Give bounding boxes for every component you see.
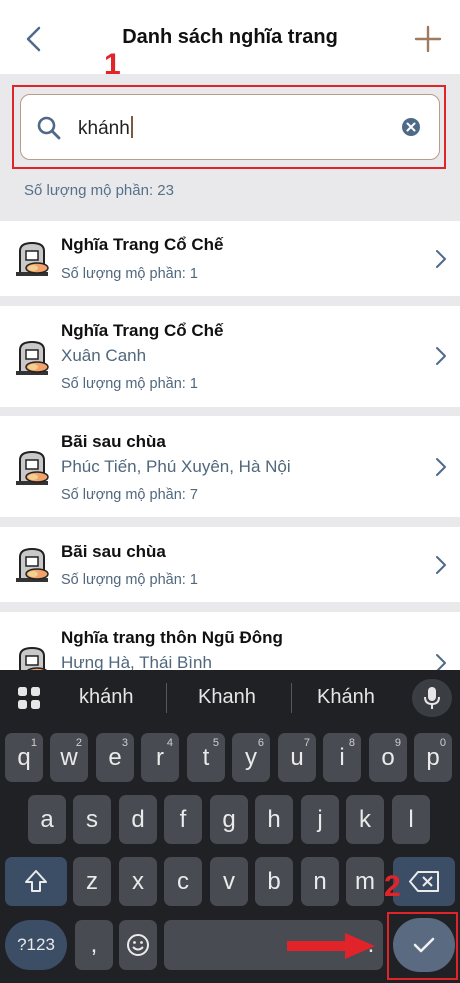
key-o[interactable]: o9: [369, 733, 407, 782]
cemetery-address: Phúc Tiến, Phú Xuyên, Hà Nội: [61, 457, 291, 476]
annotation-box-search: [12, 85, 446, 169]
key-l[interactable]: l: [392, 795, 430, 844]
key-t[interactable]: t5: [187, 733, 225, 782]
cemetery-address: Hưng Hà, Thái Bình: [61, 653, 212, 670]
key-r[interactable]: r4: [141, 733, 179, 782]
suggestion-2[interactable]: Khanh: [198, 686, 256, 709]
key-a[interactable]: a: [28, 795, 66, 844]
cemetery-name: Nghĩa Trang Cổ Chế: [61, 321, 224, 340]
grave-icon: [16, 241, 49, 276]
key-s[interactable]: s: [73, 795, 111, 844]
key-e[interactable]: e3: [96, 733, 134, 782]
list-item[interactable]: Nghĩa trang thôn Ngũ Đông Hưng Hà, Thái …: [0, 612, 460, 670]
chevron-right-icon: [436, 654, 446, 670]
suggestion-3[interactable]: Khánh: [317, 686, 375, 709]
key-y[interactable]: y6: [232, 733, 270, 782]
emoji-icon: [127, 934, 149, 956]
chevron-right-icon: [436, 347, 446, 365]
annotation-arrow-icon: [287, 933, 375, 959]
grave-count: Số lượng mộ phần: 1: [61, 572, 198, 588]
key-v[interactable]: v: [210, 857, 248, 906]
grave-icon: [19, 646, 48, 670]
key-k[interactable]: k: [346, 795, 384, 844]
symbols-key[interactable]: ?123: [5, 920, 67, 970]
key-d[interactable]: d: [119, 795, 157, 844]
key-c[interactable]: c: [164, 857, 202, 906]
key-p[interactable]: p0: [414, 733, 452, 782]
key-m[interactable]: m: [346, 857, 384, 906]
backspace-key[interactable]: [393, 857, 455, 906]
shift-key[interactable]: [5, 857, 67, 906]
emoji-key[interactable]: [119, 920, 157, 970]
list-item[interactable]: Bãi sau chùa Số lượng mộ phần: 1: [0, 527, 460, 602]
grave-icon: [16, 340, 49, 375]
cemetery-name: Bãi sau chùa: [61, 432, 166, 451]
total-count: Số lượng mộ phần: 23: [24, 182, 174, 199]
cemetery-name: Bãi sau chùa: [61, 542, 166, 561]
grave-count: Số lượng mộ phần: 7: [61, 487, 198, 503]
backspace-icon: [409, 871, 439, 892]
chevron-right-icon: [436, 250, 446, 268]
list-item[interactable]: Bãi sau chùa Phúc Tiến, Phú Xuyên, Hà Nộ…: [0, 416, 460, 517]
key-u[interactable]: u7: [278, 733, 316, 782]
chevron-right-icon: [436, 556, 446, 574]
add-icon[interactable]: [412, 22, 444, 56]
grave-icon: [16, 450, 49, 485]
key-f[interactable]: f: [164, 795, 202, 844]
cemetery-address: Xuân Canh: [61, 346, 147, 365]
key-i[interactable]: i8: [323, 733, 361, 782]
comma-key[interactable]: ,: [75, 920, 113, 970]
key-z[interactable]: z: [73, 857, 111, 906]
cemetery-name: Nghĩa Trang Cổ Chế: [61, 235, 224, 254]
cemetery-name: Nghĩa trang thôn Ngũ Đông: [61, 628, 283, 647]
key-w[interactable]: w2: [50, 733, 88, 782]
grave-count: Số lượng mộ phần: 1: [61, 266, 198, 282]
suggestion-divider: [166, 683, 167, 713]
apps-grid-icon[interactable]: [17, 686, 41, 710]
list-item[interactable]: Nghĩa Trang Cổ Chế Số lượng mộ phần: 1: [0, 221, 460, 296]
suggestion-1[interactable]: khánh: [79, 686, 134, 709]
page-title: Danh sách nghĩa trang: [122, 26, 338, 48]
key-n[interactable]: n: [301, 857, 339, 906]
suggestion-divider: [291, 683, 292, 713]
key-g[interactable]: g: [210, 795, 248, 844]
mic-icon: [424, 687, 440, 709]
mic-button[interactable]: [412, 679, 452, 717]
annotation-number-1: 1: [104, 48, 121, 81]
key-q[interactable]: q1: [5, 733, 43, 782]
key-b[interactable]: b: [255, 857, 293, 906]
annotation-number-2: 2: [384, 870, 401, 903]
key-x[interactable]: x: [119, 857, 157, 906]
key-h[interactable]: h: [255, 795, 293, 844]
app-header: Danh sách nghĩa trang: [0, 0, 460, 74]
key-j[interactable]: j: [301, 795, 339, 844]
chevron-right-icon: [436, 458, 446, 476]
shift-icon: [25, 870, 47, 892]
grave-count: Số lượng mộ phần: 1: [61, 376, 198, 392]
list-item[interactable]: Nghĩa Trang Cổ Chế Xuân Canh Số lượng mộ…: [0, 306, 460, 407]
grave-icon: [16, 547, 49, 582]
annotation-box-enter: [387, 912, 458, 980]
